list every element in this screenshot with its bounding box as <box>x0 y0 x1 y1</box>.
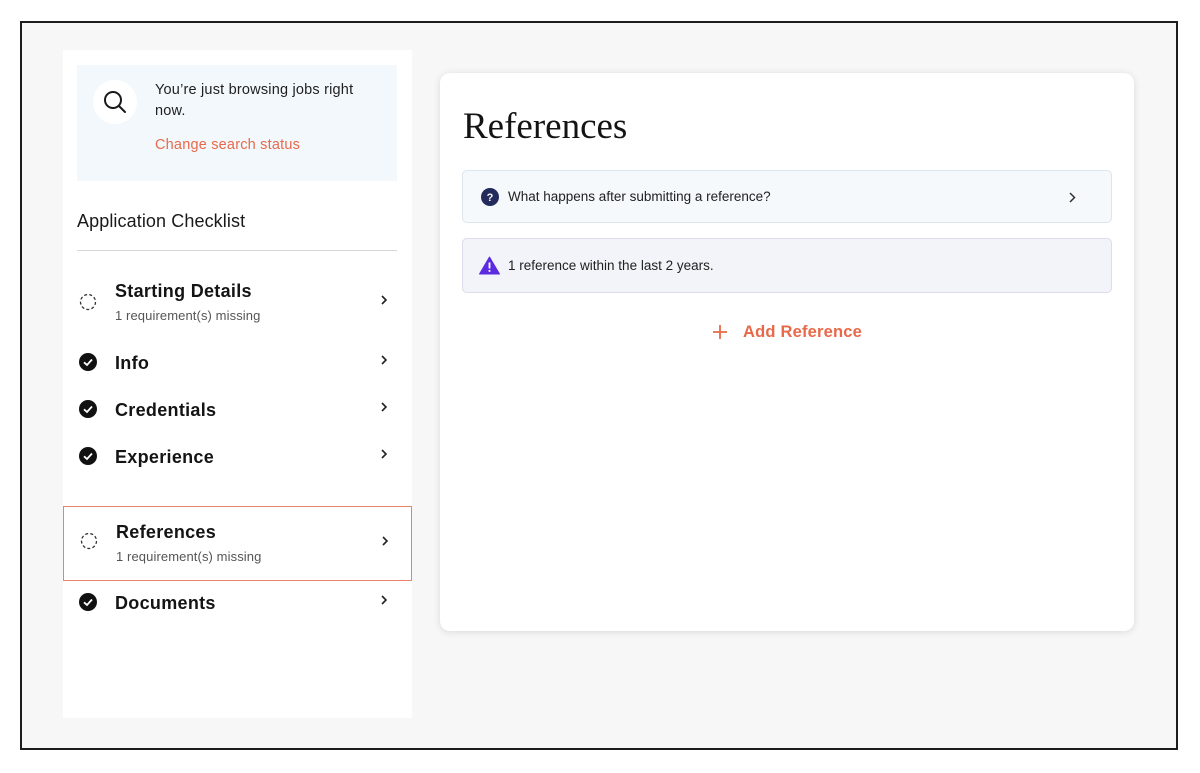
checklist-item-requirement: 1 requirement(s) missing <box>116 549 262 564</box>
plus-icon <box>713 325 727 339</box>
checklist-item-label: Info <box>115 353 150 373</box>
checklist-item-documents[interactable]: Documents <box>63 586 412 622</box>
checklist-item-label: Credentials <box>115 400 217 420</box>
reference-requirement-alert: 1 reference within the last 2 years. <box>462 238 1112 293</box>
add-reference-button[interactable]: Add Reference <box>712 321 862 343</box>
search-icon <box>104 91 126 113</box>
check-circle-icon <box>79 353 97 371</box>
search-status-text: You’re just browsing jobs right now. <box>155 82 354 119</box>
question-circle-icon: ? <box>481 188 499 206</box>
app-frame: You’re just browsing jobs right now. Cha… <box>20 21 1178 750</box>
checklist-item-label: References <box>116 522 217 542</box>
checklist-item-experience[interactable]: Experience <box>63 440 412 476</box>
check-circle-icon <box>79 447 97 465</box>
checklist-item-label: Documents <box>115 593 216 613</box>
checklist-item-info[interactable]: Info <box>63 346 412 382</box>
page-title: References <box>463 106 628 147</box>
chevron-right-icon <box>1069 192 1076 203</box>
checklist-title: Application Checklist <box>77 211 246 231</box>
dashed-circle-icon <box>80 532 98 550</box>
alert-text: 1 reference within the last 2 years. <box>508 258 714 273</box>
checklist-item-label: Starting Details <box>115 281 252 301</box>
chevron-right-icon <box>382 536 389 546</box>
checklist-item-references[interactable]: References 1 requirement(s) missing <box>63 506 412 581</box>
references-card: References ? What happens after submitti… <box>440 73 1134 631</box>
chevron-right-icon <box>381 449 388 459</box>
svg-text:?: ? <box>487 192 494 204</box>
chevron-right-icon <box>381 595 388 605</box>
change-search-status-link[interactable]: Change search status <box>155 137 300 153</box>
checklist-item-starting-details[interactable]: Starting Details 1 requirement(s) missin… <box>63 276 412 336</box>
checklist-divider <box>77 250 397 251</box>
check-circle-icon <box>79 593 97 611</box>
checklist-item-label: Experience <box>115 447 215 467</box>
chevron-right-icon <box>381 402 388 412</box>
chevron-right-icon <box>381 355 388 365</box>
warning-triangle-icon <box>479 256 500 275</box>
sidebar: You’re just browsing jobs right now. Cha… <box>63 50 412 718</box>
check-circle-icon <box>79 400 97 418</box>
faq-accordion[interactable]: ? What happens after submitting a refere… <box>462 170 1112 223</box>
checklist-item-credentials[interactable]: Credentials <box>63 393 412 429</box>
search-status-card: You’re just browsing jobs right now. Cha… <box>77 65 397 181</box>
search-icon-badge <box>93 80 137 124</box>
chevron-right-icon <box>381 295 388 305</box>
add-reference-label: Add Reference <box>743 322 863 341</box>
dashed-circle-icon <box>79 293 97 311</box>
faq-text: What happens after submitting a referenc… <box>508 189 771 204</box>
checklist-item-requirement: 1 requirement(s) missing <box>115 308 261 323</box>
